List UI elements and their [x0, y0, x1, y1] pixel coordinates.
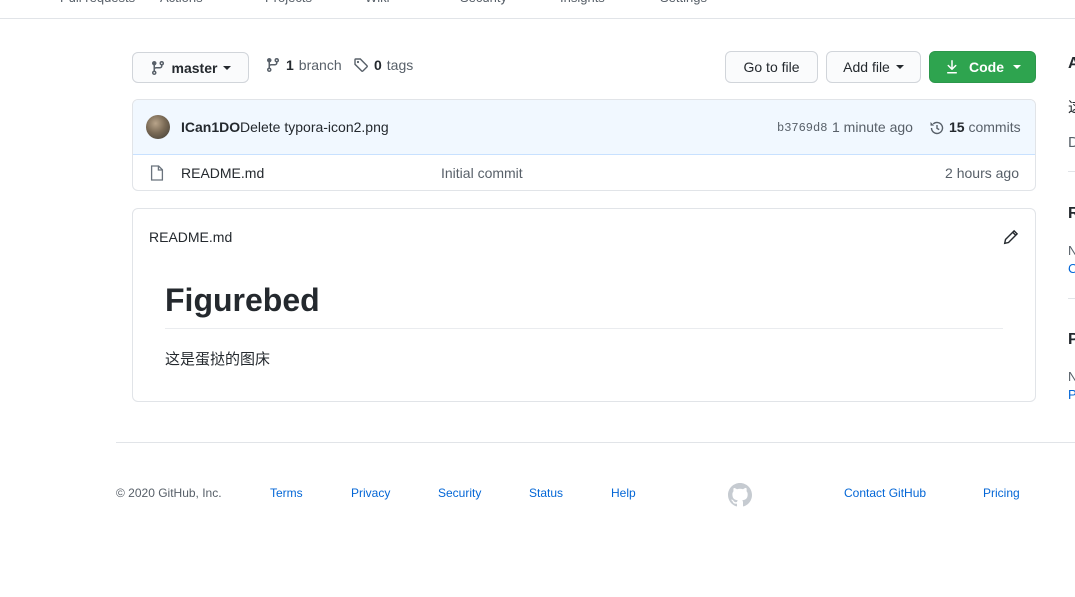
commits-label: commits — [968, 119, 1021, 135]
branches-label: branch — [298, 57, 342, 73]
commit-author[interactable]: ICan1DO — [181, 119, 240, 135]
tags-label: tags — [386, 57, 414, 73]
footer-link-security[interactable]: Security — [438, 486, 481, 500]
file-age: 2 hours ago — [945, 165, 1019, 181]
tag-icon — [354, 58, 368, 72]
chevron-down-icon — [223, 65, 232, 70]
footer-link-privacy[interactable]: Privacy — [351, 486, 390, 500]
footer-link-status[interactable]: Status — [529, 486, 563, 500]
tags-link[interactable]: 0 tags — [353, 57, 413, 73]
github-logo-icon[interactable] — [728, 483, 752, 507]
go-to-file-button[interactable]: Go to file — [725, 51, 818, 83]
git-branch-icon — [151, 60, 164, 75]
latest-commit-bar: ICan1DO Delete typora-icon2.png b3769d8 … — [133, 100, 1035, 155]
footer-link-help[interactable]: Help — [611, 486, 636, 500]
file-name[interactable]: README.md — [181, 165, 264, 181]
top-nav-item[interactable]: Settings — [660, 0, 707, 5]
top-nav-item[interactable]: Security — [460, 0, 507, 5]
footer-copyright: © 2020 GitHub, Inc. — [116, 486, 222, 500]
top-nav-item[interactable]: Insights — [560, 0, 605, 5]
commit-message[interactable]: Delete typora-icon2.png — [240, 119, 389, 135]
history-icon — [930, 121, 944, 135]
top-nav-item[interactable]: Wiki — [365, 0, 390, 5]
top-nav-item[interactable]: Projects — [265, 0, 312, 5]
readme-body: 这是蛋挞的图床 — [165, 351, 271, 368]
top-nav-item[interactable]: Actions — [160, 0, 203, 5]
avatar[interactable] — [146, 115, 170, 139]
readme-panel: README.md Figurebed 这是蛋挞的图床 — [132, 208, 1036, 402]
readme-divider — [165, 328, 1003, 329]
add-file-button[interactable]: Add file — [826, 51, 921, 83]
chevron-down-icon — [1013, 65, 1021, 69]
commits-count: 15 — [949, 119, 965, 135]
top-nav-item[interactable]: Pull requests — [60, 0, 135, 5]
readme-title: Figurebed — [165, 282, 320, 318]
file-commit-message[interactable]: Initial commit — [441, 165, 523, 181]
file-listing: ICan1DO Delete typora-icon2.png b3769d8 … — [132, 99, 1036, 191]
footer-link-contact[interactable]: Contact GitHub — [844, 486, 926, 500]
table-row: README.md Initial commit 2 hours ago — [133, 154, 1035, 190]
branches-link[interactable]: 1 branch — [265, 57, 342, 73]
footer-link-pricing[interactable]: Pricing — [983, 486, 1020, 500]
tags-count: 0 — [374, 57, 382, 73]
pencil-icon[interactable] — [1003, 229, 1019, 245]
repo-top-nav: Pull requests Actions Projects Wiki Security… — [0, 0, 1075, 19]
chevron-down-icon — [895, 65, 904, 69]
commits-link[interactable]: 15 commits — [949, 119, 1021, 135]
download-icon — [947, 60, 957, 74]
footer-link-terms[interactable]: Terms — [270, 486, 303, 500]
code-label: Code — [969, 59, 1004, 75]
commit-sha[interactable]: b3769d8 — [777, 121, 827, 135]
branch-select-button[interactable]: master — [132, 52, 249, 83]
commit-time: 1 minute ago — [832, 119, 913, 135]
go-to-file-label: Go to file — [743, 59, 800, 75]
add-file-label: Add file — [843, 59, 890, 75]
branch-name: master — [171, 59, 218, 76]
readme-filename: README.md — [149, 229, 233, 245]
footer-divider — [116, 442, 1075, 443]
git-branch-icon — [266, 58, 279, 73]
code-button[interactable]: Code — [929, 51, 1036, 83]
file-icon — [150, 165, 164, 181]
branches-count: 1 — [286, 57, 294, 73]
